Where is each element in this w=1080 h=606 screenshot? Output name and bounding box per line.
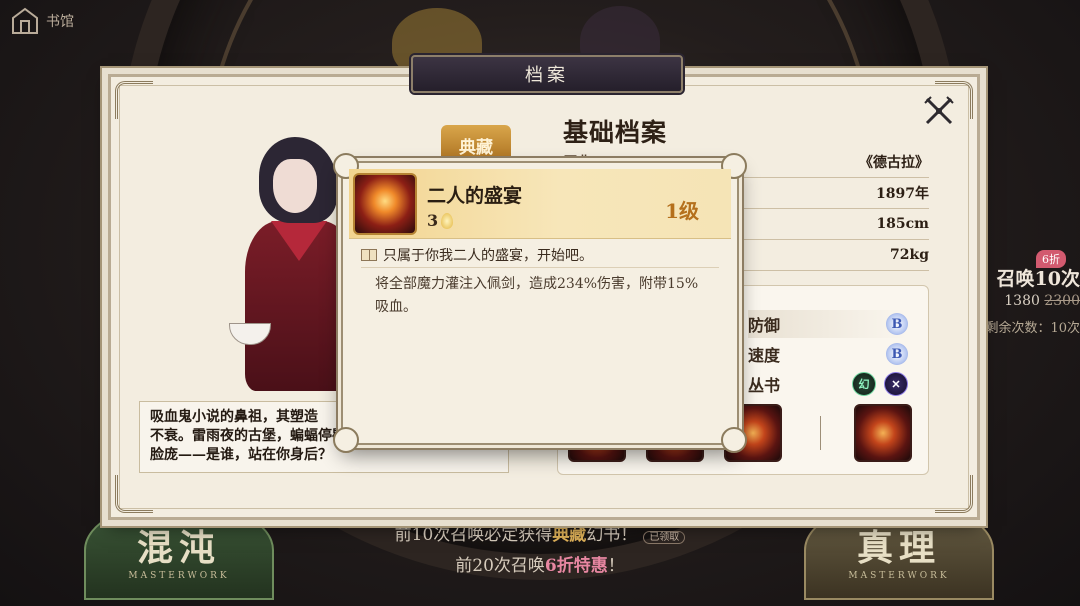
discount-badge: 6折	[1036, 250, 1066, 268]
character-face	[273, 159, 317, 213]
promo-line-1: 前10次召唤必定获得典藏幻书！ 已领取	[340, 520, 740, 545]
skill-name: 二人的盛宴	[427, 185, 523, 207]
skill-description: 将全部魔力灌注入佩剑，造成234%伤害，附带15%吸血。	[375, 276, 699, 315]
pool-chaos-name: 混沌	[136, 527, 221, 569]
grade-badge-icon: B	[886, 343, 908, 365]
profile-value: 1897年	[876, 186, 929, 202]
skill-thumbnail[interactable]	[854, 404, 912, 462]
skill-quote-text: 只属于你我二人的盛宴，开始吧。	[383, 248, 593, 264]
series-icons: 幻 ✕	[852, 372, 908, 396]
skill-tooltip: 二人的盛宴 3 1级 只属于你我二人的盛宴，开始吧。 将全部魔力灌注入佩剑，造成…	[333, 153, 747, 453]
current-price: 1380	[1004, 293, 1040, 309]
energy-icon	[441, 212, 454, 229]
stat-defense-label: 防御	[748, 316, 781, 335]
profile-value: 《德古拉》	[859, 155, 929, 171]
skill-cost: 3	[427, 211, 454, 230]
tooltip-corner-ornament	[333, 427, 359, 453]
skill-quote: 只属于你我二人的盛宴，开始吧。	[361, 245, 593, 265]
panel-title: 档案	[525, 65, 569, 86]
panel-header: 档案	[411, 55, 683, 93]
collection-seal: 典藏	[441, 125, 511, 165]
library-label: 书馆	[46, 14, 74, 30]
skill-divider	[820, 416, 821, 450]
stat-speed-label: 速度	[748, 346, 781, 365]
castle-home-icon	[12, 7, 38, 34]
profile-title: 基础档案	[563, 118, 668, 147]
tooltip-divider	[361, 267, 719, 268]
promo-line-2-prefix: 前20次召唤	[455, 556, 545, 576]
library-nav[interactable]: 书馆	[10, 6, 74, 36]
skill-cost-value: 3	[427, 211, 439, 230]
skill-feast-icon	[353, 173, 417, 235]
panel-corner-ornament	[935, 475, 973, 513]
close-button[interactable]	[919, 91, 959, 131]
summon-price: 1380 2300	[970, 293, 1080, 309]
panel-corner-ornament	[115, 81, 153, 119]
series-cross-icon[interactable]: ✕	[884, 372, 908, 396]
promo-line-1-prefix: 前10次召唤必定获得	[394, 525, 553, 545]
stat-series: 丛书 幻 ✕	[748, 370, 908, 398]
promo-line-2-highlight: 6折特惠	[544, 556, 608, 576]
pool-chaos-subtitle: MASTERWORK	[128, 571, 230, 581]
stat-series-label: 丛书	[748, 376, 781, 395]
claimed-badge: 已领取	[643, 531, 686, 544]
skill-level: 1级	[665, 199, 699, 223]
stat-defense: 防御 B	[748, 310, 908, 338]
profile-value: 185cm	[876, 216, 929, 232]
open-book-icon	[361, 249, 377, 261]
tooltip-corner-ornament	[721, 427, 747, 453]
original-price: 2300	[1044, 293, 1080, 309]
promo-line-1-suffix: 幻书！	[586, 525, 638, 545]
pool-truth-subtitle: MASTERWORK	[848, 571, 950, 581]
summon-10x-button[interactable]: 6折 召唤10次 1380 2300 剩余次数：10次	[970, 250, 1080, 336]
pool-truth-name: 真理	[856, 527, 941, 569]
summon-10x-title: 召唤10次	[996, 268, 1080, 290]
grade-badge-icon: B	[886, 313, 908, 335]
profile-value: 72kg	[890, 247, 929, 263]
skill-header: 二人的盛宴 3 1级	[349, 169, 731, 239]
series-fantasy-icon[interactable]: 幻	[852, 372, 876, 396]
promo-line-2: 前20次召唤6折特惠！	[340, 551, 740, 576]
promo-line-1-highlight: 典藏	[552, 525, 587, 545]
promo-line-2-suffix: ！	[607, 556, 625, 576]
panel-corner-ornament	[115, 475, 153, 513]
crossed-swords-close-icon	[924, 96, 954, 125]
summon-promo-text: 前10次召唤必定获得典藏幻书！ 已领取 前20次召唤6折特惠！	[340, 520, 740, 576]
remaining-count: 剩余次数：10次	[985, 321, 1080, 336]
stat-speed: 速度 B	[748, 340, 908, 368]
